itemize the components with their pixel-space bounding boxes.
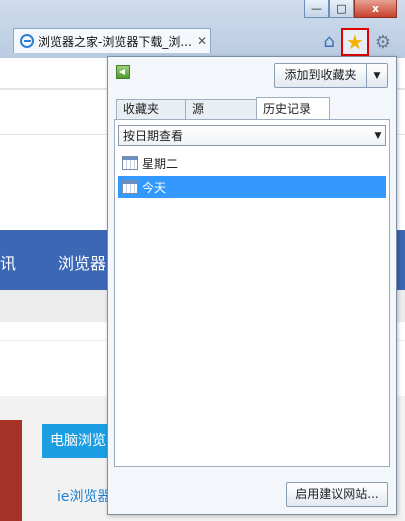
category-button[interactable]: 电脑浏览 (42, 424, 112, 458)
tab-feeds[interactable]: 源 (185, 99, 257, 119)
tab-history[interactable]: 历史记录 (256, 97, 330, 119)
tab-title: 浏览器之家-浏览器下载_浏... (38, 34, 192, 49)
command-icons: ⌂ ★ ⚙ (323, 28, 391, 56)
history-item-tuesday[interactable]: 星期二 (118, 152, 386, 174)
minimize-button[interactable]: — (304, 0, 329, 18)
site-nav-item[interactable]: 浏览器 (58, 250, 106, 274)
history-item-label: 星期二 (142, 156, 179, 171)
history-view-select[interactable]: 按日期查看 ▼ (118, 125, 386, 146)
restore-button[interactable]: □ (329, 0, 354, 18)
page-red-banner (0, 420, 22, 521)
close-window-button[interactable]: x (354, 0, 397, 18)
browser-titlebar: — □ x 浏览器之家-浏览器下载_浏... ✕ ⌂ ★ ⚙ (0, 0, 405, 58)
history-panel: 按日期查看 ▼ 星期二 今天 (114, 119, 390, 467)
history-item-label: 今天 (142, 180, 167, 195)
ie-logo-icon (20, 34, 34, 48)
home-icon[interactable]: ⌂ (323, 31, 334, 53)
calendar-icon (122, 180, 138, 194)
calendar-icon (122, 156, 138, 170)
gear-icon[interactable]: ⚙ (375, 32, 391, 53)
favorites-center-pane: 添加到收藏夹 ▼ 收藏夹 源 历史记录 按日期查看 ▼ 星期二 今天 启用建议网… (107, 56, 397, 515)
browser-tab[interactable]: 浏览器之家-浏览器下载_浏... ✕ (13, 28, 211, 53)
window-controls: — □ x (304, 0, 397, 18)
chevron-down-icon[interactable]: ▼ (371, 131, 385, 141)
favorites-star-icon[interactable]: ★ (340, 28, 369, 56)
site-nav-item[interactable]: 讯 (0, 250, 16, 274)
favorites-tabs: 收藏夹 源 历史记录 (116, 97, 330, 119)
history-view-value: 按日期查看 (123, 129, 184, 143)
chevron-down-icon[interactable]: ▼ (366, 64, 387, 87)
tab-close-icon[interactable]: ✕ (194, 34, 210, 48)
pin-pane-icon[interactable] (116, 65, 130, 79)
history-item-today[interactable]: 今天 (118, 176, 386, 198)
enable-suggested-sites-button[interactable]: 启用建议网站... (286, 482, 388, 507)
add-to-favorites-button[interactable]: 添加到收藏夹 ▼ (274, 63, 388, 88)
add-to-favorites-label[interactable]: 添加到收藏夹 (275, 64, 366, 87)
tab-favorites[interactable]: 收藏夹 (116, 99, 186, 119)
